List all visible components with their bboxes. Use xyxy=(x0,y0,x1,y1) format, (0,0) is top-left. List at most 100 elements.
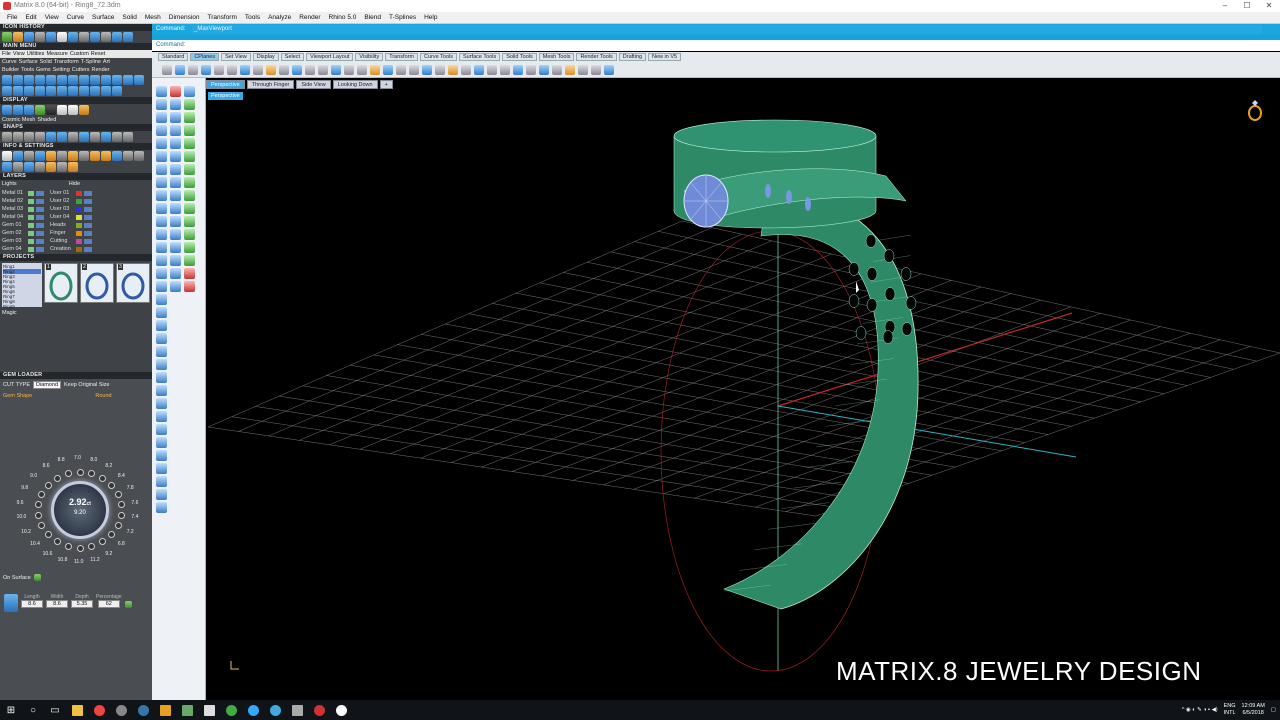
toolbar-tool-icon[interactable] xyxy=(604,64,614,75)
layer-color-swatch[interactable] xyxy=(76,230,82,236)
builder-tool-icon[interactable] xyxy=(2,75,12,85)
toolbar-tool-icon[interactable] xyxy=(162,64,172,75)
layer-color-swatch[interactable] xyxy=(76,190,82,196)
main-menu-custom[interactable]: Custom xyxy=(70,51,89,57)
main-menu-utilities[interactable]: Utilities xyxy=(27,51,45,57)
snap-icon[interactable] xyxy=(46,132,56,142)
settings-icon[interactable] xyxy=(57,151,67,161)
dial-size-bead[interactable] xyxy=(76,544,84,552)
side-tool-icon[interactable] xyxy=(170,281,181,292)
task-view-icon[interactable]: ▭ xyxy=(44,700,66,720)
toolbar-tab[interactable]: Visibility xyxy=(355,53,384,61)
history-tool-icon[interactable] xyxy=(90,32,100,42)
close-button[interactable]: ✕ xyxy=(1258,0,1280,12)
file-explorer-icon[interactable] xyxy=(66,700,88,720)
side-tool-icon[interactable] xyxy=(156,411,167,422)
layer-row[interactable]: Gem 02 Finger xyxy=(2,229,150,237)
add-viewport-tab-button[interactable]: + xyxy=(379,80,393,89)
toolbar-tab[interactable]: Select xyxy=(280,53,305,61)
side-tool-icon[interactable] xyxy=(156,86,167,97)
menu-tsplines[interactable]: T-Splines xyxy=(385,14,420,21)
side-tool-icon[interactable] xyxy=(156,320,167,331)
layer-color-swatch[interactable] xyxy=(76,198,82,204)
layer-visibility-toggle[interactable] xyxy=(36,190,44,196)
search-icon[interactable]: ○ xyxy=(22,700,44,720)
dial-size-bead[interactable] xyxy=(44,481,52,489)
dial-tick-label[interactable]: 10.0 xyxy=(17,514,27,520)
toolbar-tab[interactable]: Viewport Layout xyxy=(306,53,354,61)
menu-render[interactable]: Render xyxy=(295,14,324,21)
main-menu-solid[interactable]: Solid xyxy=(40,59,52,65)
builder-tool-icon[interactable] xyxy=(101,75,111,85)
dial-size-bead[interactable] xyxy=(44,531,52,539)
snap-icon[interactable] xyxy=(2,132,12,142)
toolbar-tool-icon[interactable] xyxy=(500,64,510,75)
dial-size-bead[interactable] xyxy=(108,531,116,539)
menu-help[interactable]: Help xyxy=(420,14,441,21)
history-tool-icon[interactable] xyxy=(123,32,133,42)
toolbar-tab[interactable]: Set View xyxy=(221,53,251,61)
settings-icon[interactable] xyxy=(68,151,78,161)
clock[interactable]: 12:09 AM 6/5/2018 xyxy=(1242,703,1265,717)
onenote-icon[interactable] xyxy=(154,700,176,720)
viewport-tab[interactable]: Side View xyxy=(296,80,331,89)
side-tool-icon[interactable] xyxy=(156,502,167,513)
app-icon-2[interactable] xyxy=(132,700,154,720)
dial-tick-label[interactable]: 10.8 xyxy=(58,557,68,563)
layer-color-swatch[interactable] xyxy=(76,238,82,244)
menu-curve[interactable]: Curve xyxy=(63,14,88,21)
dial-size-bead[interactable] xyxy=(64,542,72,550)
layer-row[interactable]: Gem 04 Creation xyxy=(2,245,150,253)
side-tool-icon[interactable] xyxy=(184,255,195,266)
layer-visibility-toggle[interactable] xyxy=(36,238,44,244)
dial-size-bead[interactable] xyxy=(53,538,61,546)
settings-icon[interactable] xyxy=(90,151,100,161)
dial-tick-label[interactable]: 8.2 xyxy=(105,463,112,469)
main-menu-surface[interactable]: Surface xyxy=(19,59,38,65)
toolbar-tool-icon[interactable] xyxy=(461,64,471,75)
history-tool-icon[interactable] xyxy=(79,32,89,42)
dial-size-bead[interactable] xyxy=(76,468,84,476)
viewport-tab[interactable]: Perspective xyxy=(206,80,245,89)
side-tool-icon[interactable] xyxy=(184,138,195,149)
display-mode-cosmic[interactable]: Cosmic Mesh xyxy=(2,117,35,123)
layer-row[interactable]: Gem 01 Heads xyxy=(2,221,150,229)
toolbar-tool-icon[interactable] xyxy=(227,64,237,75)
display-mode-icon[interactable] xyxy=(35,105,45,115)
layer-color-swatch[interactable] xyxy=(28,230,34,236)
side-tool-icon[interactable] xyxy=(184,268,195,279)
side-tool-icon[interactable] xyxy=(156,463,167,474)
snap-icon[interactable] xyxy=(57,132,67,142)
display-mode-icon[interactable] xyxy=(57,105,67,115)
toolbar-tab[interactable]: Drafting xyxy=(618,53,647,61)
side-tool-icon[interactable] xyxy=(156,476,167,487)
dial-size-bead[interactable] xyxy=(99,474,107,482)
snap-icon[interactable] xyxy=(90,132,100,142)
layer-color-swatch[interactable] xyxy=(76,222,82,228)
menu-solid[interactable]: Solid xyxy=(118,14,140,21)
toolbar-tool-icon[interactable] xyxy=(331,64,341,75)
menu-mesh[interactable]: Mesh xyxy=(141,14,165,21)
menu-analyze[interactable]: Analyze xyxy=(264,14,295,21)
snap-icon[interactable] xyxy=(35,132,45,142)
layer-color-swatch[interactable] xyxy=(28,238,34,244)
dial-tick-label[interactable]: 8.0 xyxy=(90,457,97,463)
layer-visibility-toggle[interactable] xyxy=(36,230,44,236)
toolbar-tab[interactable]: Solid Tools xyxy=(502,53,537,61)
project-thumbnail[interactable]: 2 xyxy=(80,263,114,303)
layer-color-swatch[interactable] xyxy=(28,222,34,228)
notifications-icon[interactable]: ▢ xyxy=(1271,707,1276,713)
display-mode-icon[interactable] xyxy=(24,105,34,115)
dial-size-bead[interactable] xyxy=(99,538,107,546)
side-tool-icon[interactable] xyxy=(156,229,167,240)
side-tool-icon[interactable] xyxy=(170,177,181,188)
layer-color-swatch[interactable] xyxy=(28,246,34,252)
side-tool-icon[interactable] xyxy=(184,86,195,97)
layer-visibility-toggle[interactable] xyxy=(84,246,92,252)
layer-visibility-toggle[interactable] xyxy=(84,214,92,220)
builder-tool-icon[interactable] xyxy=(112,75,122,85)
side-tool-icon[interactable] xyxy=(156,268,167,279)
main-menu-art[interactable]: Art xyxy=(103,59,110,65)
display-mode-icon[interactable] xyxy=(79,105,89,115)
builder-tool-icon[interactable] xyxy=(46,86,56,96)
